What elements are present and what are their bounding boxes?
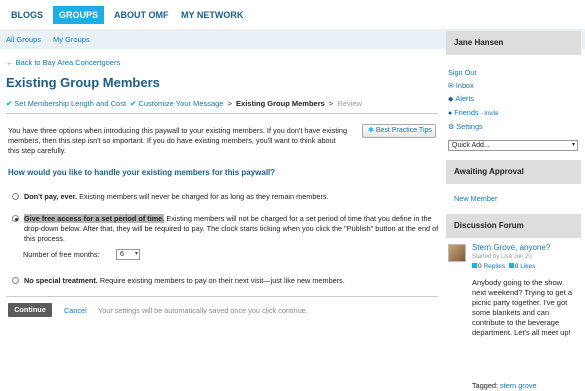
post-title-link[interactable]: Stern Grove, anyone? <box>472 243 550 252</box>
step-membership-length[interactable]: Set Membership Length and Cost <box>14 99 126 108</box>
check-icon: ✔ <box>130 99 137 108</box>
tagged-label: Tagged: <box>472 381 498 390</box>
replies-icon <box>472 263 477 268</box>
question-heading: How would you like to handle your existi… <box>8 168 276 177</box>
divider <box>6 296 438 297</box>
option-description: Existing members will never be charged f… <box>77 192 329 201</box>
settings-label: Settings <box>456 122 483 131</box>
divider <box>6 113 438 114</box>
quick-add-value: Quick Add... <box>452 142 490 149</box>
check-icon: ✔ <box>6 99 13 108</box>
free-months-value: 6 <box>120 251 124 258</box>
avatar[interactable] <box>448 244 466 262</box>
radio-dont-pay[interactable] <box>12 193 19 200</box>
radio-no-special[interactable] <box>12 277 19 284</box>
tab-about-omf[interactable]: ABOUT OMF <box>108 6 175 24</box>
likes-link[interactable]: Likes <box>520 263 535 270</box>
user-name-header: Jane Hansen <box>446 31 581 55</box>
awaiting-approval-header: Awaiting Approval <box>446 160 581 184</box>
radio-free-period[interactable] <box>12 215 19 222</box>
option-title: Give free access for a set period of tim… <box>24 214 165 223</box>
all-groups-link[interactable]: All Groups <box>6 35 41 44</box>
step-customize-message[interactable]: Customize Your Message <box>138 99 223 108</box>
tag-link[interactable]: stern grove <box>500 381 537 390</box>
mail-icon: ✉ <box>448 83 454 90</box>
autosave-note: Your settings will be automatically save… <box>98 306 308 315</box>
tab-groups[interactable]: GROUPS <box>53 6 105 24</box>
friends-label: Friends <box>454 108 479 117</box>
chevron-down-icon: ▾ <box>134 251 138 257</box>
cancel-link[interactable]: Cancel <box>64 306 87 315</box>
page-title: Existing Group Members <box>6 75 160 90</box>
intro-text: You have three options when introducing … <box>8 126 348 155</box>
inbox-label: Inbox <box>455 81 474 90</box>
step-current: Existing Group Members <box>236 99 325 108</box>
quick-add-select[interactable]: Quick Add... ▾ <box>448 140 578 151</box>
gear-icon: ⚙ <box>448 124 455 131</box>
likes-count: 0 <box>514 263 519 270</box>
step-separator: > <box>227 99 232 108</box>
option-description: Require existing members to pay on their… <box>97 276 345 285</box>
discussion-forum-header: Discussion Forum <box>446 214 581 238</box>
tab-my-network[interactable]: MY NETWORK <box>175 6 249 24</box>
best-practice-button[interactable]: ✱ Best Practice Tips <box>362 124 436 138</box>
free-months-label: Number of free months: <box>23 250 100 259</box>
sidebar: Jane Hansen Sign Out ✉ Inbox ◆ Alerts ● Fri… <box>446 29 585 391</box>
my-groups-link[interactable]: My Groups <box>53 35 90 44</box>
chevron-down-icon: ▾ <box>571 142 575 148</box>
post-counts: 0 Replies 0 Likes <box>472 263 535 270</box>
sign-out-link[interactable]: Sign Out <box>448 68 476 77</box>
post-meta: Started by Lisa Jun 20. <box>472 254 534 260</box>
continue-button[interactable]: Continue <box>8 303 52 317</box>
inbox-link[interactable]: ✉ Inbox <box>448 81 474 90</box>
settings-link[interactable]: ⚙ Settings <box>448 122 483 131</box>
best-practice-label: Best Practice Tips <box>375 127 432 134</box>
post-body: Anybody going to the show next weekend? … <box>472 278 573 337</box>
free-months-select[interactable]: 6 ▾ <box>116 249 140 260</box>
option-title: Don't pay, ever. <box>24 192 78 201</box>
tab-blogs[interactable]: BLOGS <box>5 6 49 24</box>
option-title: No special treatment. <box>24 276 98 285</box>
alerts-link[interactable]: ◆ Alerts <box>448 94 474 103</box>
new-member-link[interactable]: New Member <box>454 194 497 203</box>
friends-icon: ● <box>448 110 453 117</box>
wizard-steps: ✔ Set Membership Length and Cost ✔ Customi… <box>6 99 364 108</box>
back-link[interactable]: ← Back to Bay Area Concertgoers <box>6 58 120 67</box>
alerts-label: Alerts <box>455 94 475 103</box>
lightbulb-icon: ✱ <box>368 127 374 134</box>
alert-icon: ◆ <box>448 96 454 103</box>
step-separator: > <box>328 99 334 108</box>
replies-count: 0 <box>478 263 482 270</box>
post-tags: Tagged: stern grove <box>472 381 537 390</box>
step-review: Review <box>337 99 362 108</box>
invite-link[interactable]: - Invite <box>481 111 499 117</box>
likes-icon <box>508 263 514 268</box>
replies-link[interactable]: Replies <box>483 263 505 270</box>
friends-link[interactable]: ● Friends - Invite <box>448 108 499 117</box>
top-navigation: BLOGS GROUPS ABOUT OMF MY NETWORK <box>0 0 585 29</box>
